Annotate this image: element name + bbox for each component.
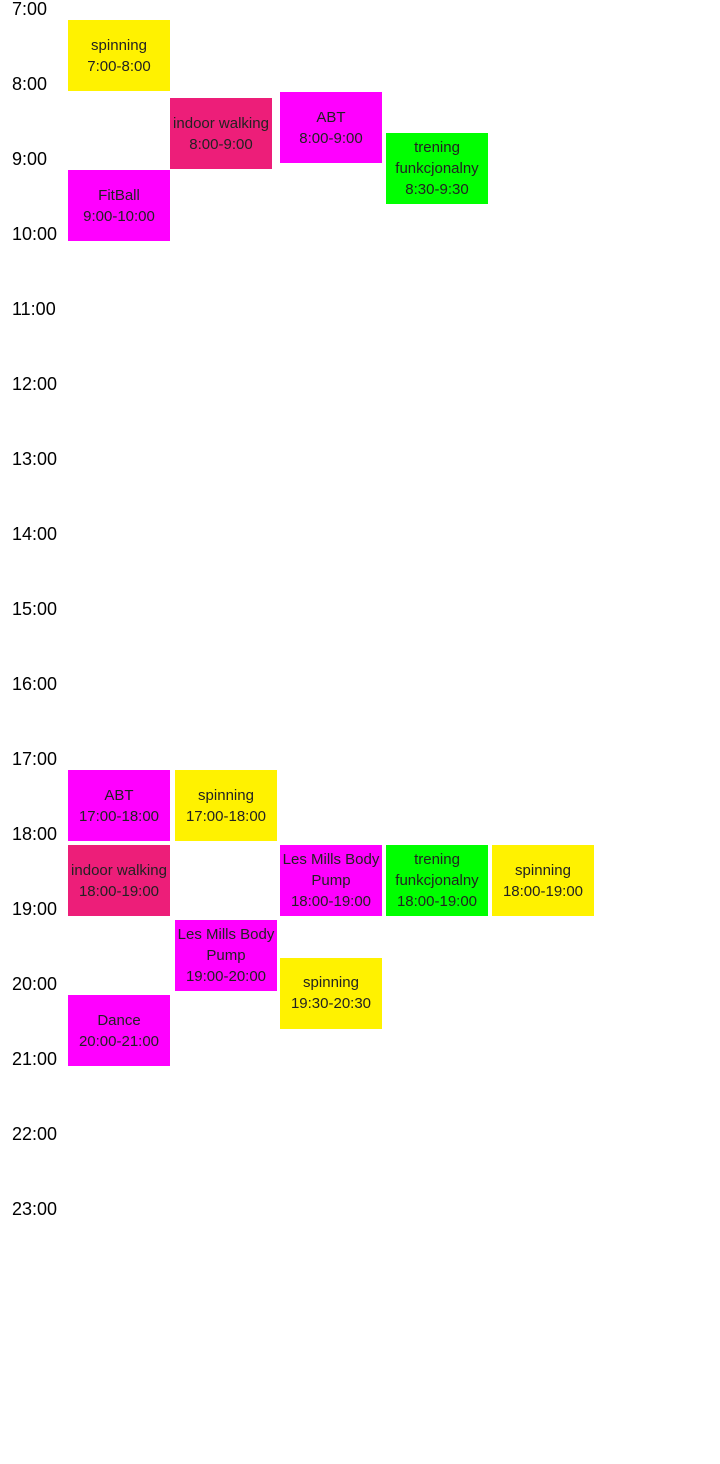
class-time: 18:00-19:00: [78, 882, 160, 900]
class-time: 19:00-20:00: [185, 968, 267, 985]
class-name: spinning: [198, 786, 254, 804]
class-time: 8:00-9:00: [189, 135, 253, 153]
hour-label: 18:00: [12, 824, 58, 844]
class-block[interactable]: Les Mills Body Pump 18:00-19:00: [280, 845, 382, 916]
class-name: FitBall: [98, 186, 140, 204]
hour-label: 8:00: [12, 74, 48, 94]
class-block[interactable]: Les Mills Body Pump 19:00-20:00: [175, 920, 277, 991]
class-name: Les Mills Body Pump: [177, 926, 275, 964]
hour-label: 17:00: [12, 749, 58, 769]
class-time: 8:30-9:30: [405, 180, 469, 198]
class-name: indoor walking: [71, 861, 167, 879]
class-time: 17:00-18:00: [78, 807, 160, 825]
class-block[interactable]: FitBall 9:00-10:00: [68, 170, 170, 241]
hour-label: 23:00: [12, 1199, 58, 1219]
class-time: 18:00-19:00: [502, 882, 584, 900]
hour-label: 10:00: [12, 224, 58, 244]
class-time: 20:00-21:00: [78, 1032, 160, 1050]
class-name: trening funkcjonalny: [395, 138, 479, 177]
hour-label: 14:00: [12, 524, 58, 544]
hour-label: 19:00: [12, 899, 58, 919]
class-block[interactable]: trening funkcjonalny 18:00-19:00: [386, 845, 488, 916]
class-name: spinning: [515, 861, 571, 879]
hour-label: 15:00: [12, 599, 58, 619]
hour-label: 12:00: [12, 374, 58, 394]
hour-label: 20:00: [12, 974, 58, 994]
class-name: spinning: [303, 974, 359, 991]
hour-label: 13:00: [12, 449, 58, 469]
class-time: 8:00-9:00: [299, 129, 363, 147]
class-name: trening funkcjonalny: [395, 851, 479, 889]
hour-label: 9:00: [12, 149, 48, 169]
class-name: indoor walking: [173, 114, 269, 132]
class-block[interactable]: Dance 20:00-21:00: [68, 995, 170, 1066]
class-name: ABT: [316, 108, 346, 126]
class-name: ABT: [104, 786, 134, 804]
hour-label: 21:00: [12, 1049, 58, 1069]
class-name: Les Mills Body Pump: [282, 851, 380, 889]
class-time: 18:00-19:00: [290, 893, 372, 910]
class-block[interactable]: indoor walking 18:00-19:00: [68, 845, 170, 916]
hour-label: 11:00: [12, 299, 56, 319]
class-schedule: 7:00 8:00 9:00 10:00 11:00 12:00 13:00 14:00 15:…: [0, 0, 720, 1464]
hour-label: 7:00: [12, 0, 48, 19]
class-block[interactable]: spinning 18:00-19:00: [492, 845, 594, 916]
class-time: 9:00-10:00: [83, 207, 155, 225]
class-block[interactable]: ABT 17:00-18:00: [68, 770, 170, 841]
hour-label: 16:00: [12, 674, 58, 694]
class-time: 19:30-20:30: [290, 995, 372, 1012]
class-name: spinning: [91, 36, 147, 54]
class-block[interactable]: trening funkcjonalny 8:30-9:30: [386, 132, 488, 204]
hour-label: 22:00: [12, 1124, 58, 1144]
class-name: Dance: [97, 1011, 141, 1029]
class-block[interactable]: spinning 19:30-20:30: [280, 957, 382, 1029]
class-time: 7:00-8:00: [87, 57, 151, 75]
class-block[interactable]: ABT 8:00-9:00: [280, 92, 382, 163]
class-time: 17:00-18:00: [185, 807, 267, 825]
class-block[interactable]: spinning 17:00-18:00: [175, 770, 277, 841]
class-block[interactable]: indoor walking 8:00-9:00: [170, 98, 272, 169]
class-block[interactable]: spinning 7:00-8:00: [68, 20, 170, 91]
class-time: 18:00-19:00: [396, 893, 478, 910]
